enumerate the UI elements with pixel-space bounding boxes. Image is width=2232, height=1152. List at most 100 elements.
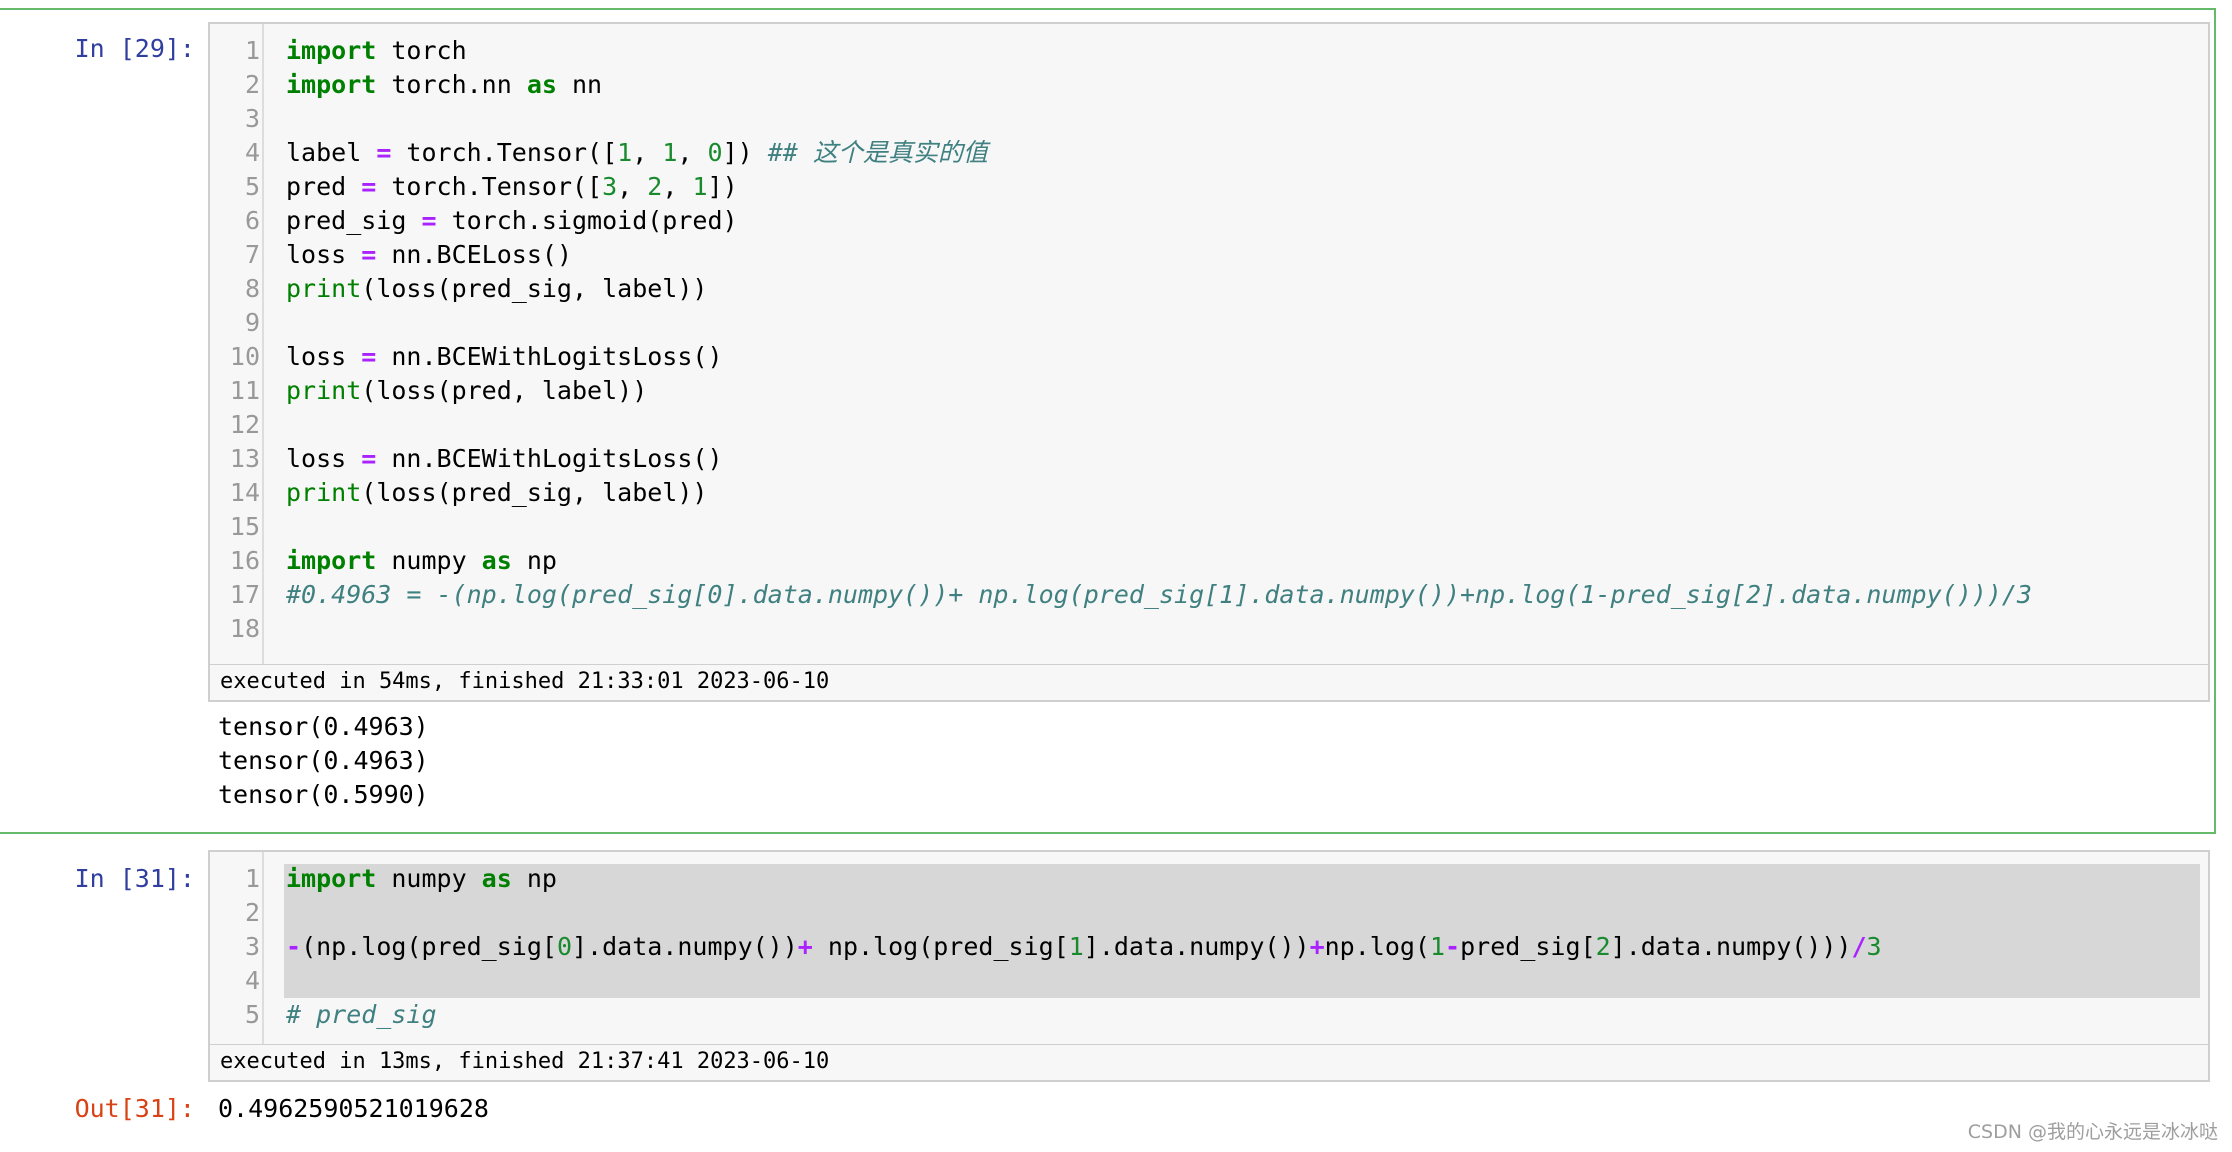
code-token: (np.log(pred_sig[ (301, 932, 557, 961)
code-line[interactable]: 16 import numpy as np (210, 544, 2208, 578)
code-token: ]) (722, 138, 768, 167)
code-token: as (466, 546, 527, 575)
code-token: ].data.numpy()) (572, 932, 798, 961)
code-line[interactable]: 8 print(loss(pred_sig, label)) (210, 272, 2208, 306)
code-token: 1 (1068, 932, 1084, 961)
output-line: tensor(0.5990) (218, 780, 429, 809)
code-line[interactable]: 1 import numpy as np (210, 862, 2208, 896)
code-token: numpy (391, 864, 467, 893)
line-number: 6 (244, 206, 260, 235)
code-token: 3 (602, 172, 618, 201)
code-token: 0 (707, 138, 723, 167)
code-line[interactable]: 13 loss = nn.BCEWithLogitsLoss() (210, 442, 2208, 476)
code-token: = (361, 444, 377, 473)
code-text: import torch (286, 34, 467, 68)
input-prompt: In [31]: (74, 864, 195, 893)
code-token: , (677, 138, 708, 167)
code-token: 3 (1866, 932, 1882, 961)
code-token: import (286, 70, 392, 99)
code-line[interactable]: 18 (210, 612, 2208, 646)
code-line[interactable]: 5 pred = torch.Tensor([3, 2, 1]) (210, 170, 2208, 204)
code-text: loss = nn.BCELoss() (286, 238, 572, 272)
line-number: 11 (229, 376, 260, 405)
code-line[interactable]: 5 # pred_sig (210, 998, 2208, 1032)
code-line[interactable]: 9 (210, 306, 2208, 340)
code-token: , (617, 172, 648, 201)
line-number: 5 (244, 1000, 260, 1029)
code-line[interactable]: 7 loss = nn.BCELoss() (210, 238, 2208, 272)
code-text: import numpy as np (286, 862, 557, 896)
code-token: torch (391, 36, 467, 65)
code-token: - (1445, 932, 1461, 961)
code-token: np (526, 546, 557, 575)
code-token: = (361, 342, 377, 371)
code-text: loss = nn.BCEWithLogitsLoss() (286, 340, 723, 374)
line-number: 3 (244, 932, 260, 961)
code-token: (loss(pred, label)) (361, 376, 648, 405)
code-line[interactable]: 10 loss = nn.BCEWithLogitsLoss() (210, 340, 2208, 374)
code-token: ].data.numpy())) (1610, 932, 1852, 961)
code-token: - (286, 932, 302, 961)
code-token: ].data.numpy()) (1083, 932, 1310, 961)
code-token: ]) (707, 172, 738, 201)
code-token: print (286, 376, 362, 405)
code-token: label (286, 138, 377, 167)
code-text: pred_sig = torch.sigmoid(pred) (286, 204, 738, 238)
line-number: 8 (244, 274, 260, 303)
code-line[interactable]: 3 (210, 102, 2208, 136)
input-prompt: In [29]: (74, 34, 195, 63)
code-cell-29[interactable]: In [29]: 1 import torch 2 import torch.nn a… (0, 8, 2216, 834)
code-token: / (1851, 932, 1867, 961)
code-token: nn.BCEWithLogitsLoss() (376, 342, 723, 371)
code-line[interactable]: 11 print(loss(pred, label)) (210, 374, 2208, 408)
code-token: 2 (1595, 932, 1611, 961)
code-token: = (361, 240, 377, 269)
line-number: 2 (244, 70, 260, 99)
code-line[interactable]: 4 (210, 964, 2208, 998)
code-token: torch.nn (391, 70, 512, 99)
code-token: torch.sigmoid(pred) (436, 206, 738, 235)
code-line[interactable]: 15 (210, 510, 2208, 544)
code-token: # pred_sig (286, 1000, 437, 1029)
code-line[interactable]: 3 -(np.log(pred_sig[0].data.numpy())+ np.… (210, 930, 2208, 964)
code-line[interactable]: 2 import torch.nn as nn (210, 68, 2208, 102)
code-token: + (797, 932, 813, 961)
code-text: print(loss(pred_sig, label)) (286, 272, 707, 306)
line-number: 10 (229, 342, 260, 371)
code-line[interactable]: 1 import torch (210, 34, 2208, 68)
code-line[interactable]: 4 label = torch.Tensor([1, 1, 0]) ## 这个是真… (210, 136, 2208, 170)
code-token: as (466, 864, 527, 893)
code-editor[interactable]: 1 import numpy as np 2 3 -(np.log(pred_sig[0… (208, 850, 2210, 1048)
watermark: CSDN @我的心永远是冰冰哒 (1967, 1121, 2218, 1143)
code-token: (loss(pred_sig, label)) (361, 478, 708, 507)
code-line[interactable]: 14 print(loss(pred_sig, label)) (210, 476, 2208, 510)
code-editor[interactable]: 1 import torch 2 import torch.nn as nn 3 4 lab… (208, 22, 2210, 666)
code-token: nn (572, 70, 603, 99)
code-token: pred_sig (286, 206, 422, 235)
code-cell-31[interactable]: In [31]: 1 import numpy as np 2 3 -(np.log(p… (0, 848, 2216, 1138)
code-token: as (511, 70, 572, 99)
code-token: 1 (1429, 932, 1446, 961)
line-number: 1 (244, 864, 260, 893)
code-token: 1 (692, 172, 708, 201)
code-token: 2 (647, 172, 663, 201)
cell-output: 0.4962590521019628 (218, 1092, 489, 1126)
execution-timing: executed in 13ms, finished 21:37:41 2023… (208, 1044, 2210, 1082)
code-token: print (286, 274, 362, 303)
code-token: pred_sig[ (1460, 932, 1596, 961)
code-token: import (286, 36, 392, 65)
code-token: ## 这个是真实的值 (767, 138, 988, 167)
line-number: 4 (244, 966, 260, 995)
code-text: import torch.nn as nn (286, 68, 602, 102)
code-token: (loss(pred_sig, label)) (361, 274, 708, 303)
code-token: nn.BCEWithLogitsLoss() (376, 444, 723, 473)
code-line[interactable]: 17 #0.4963 = -(np.log(pred_sig[0].data.nu… (210, 578, 2208, 612)
code-text: #0.4963 = -(np.log(pred_sig[0].data.nump… (286, 578, 2032, 612)
code-line[interactable]: 6 pred_sig = torch.sigmoid(pred) (210, 204, 2208, 238)
code-text: print(loss(pred, label)) (286, 374, 647, 408)
code-lines: 1 import torch 2 import torch.nn as nn 3 4 lab… (210, 34, 2208, 646)
code-line[interactable]: 12 (210, 408, 2208, 442)
code-line[interactable]: 2 (210, 896, 2208, 930)
code-token: np.log(pred_sig[ (812, 932, 1069, 961)
line-number: 17 (229, 580, 260, 609)
